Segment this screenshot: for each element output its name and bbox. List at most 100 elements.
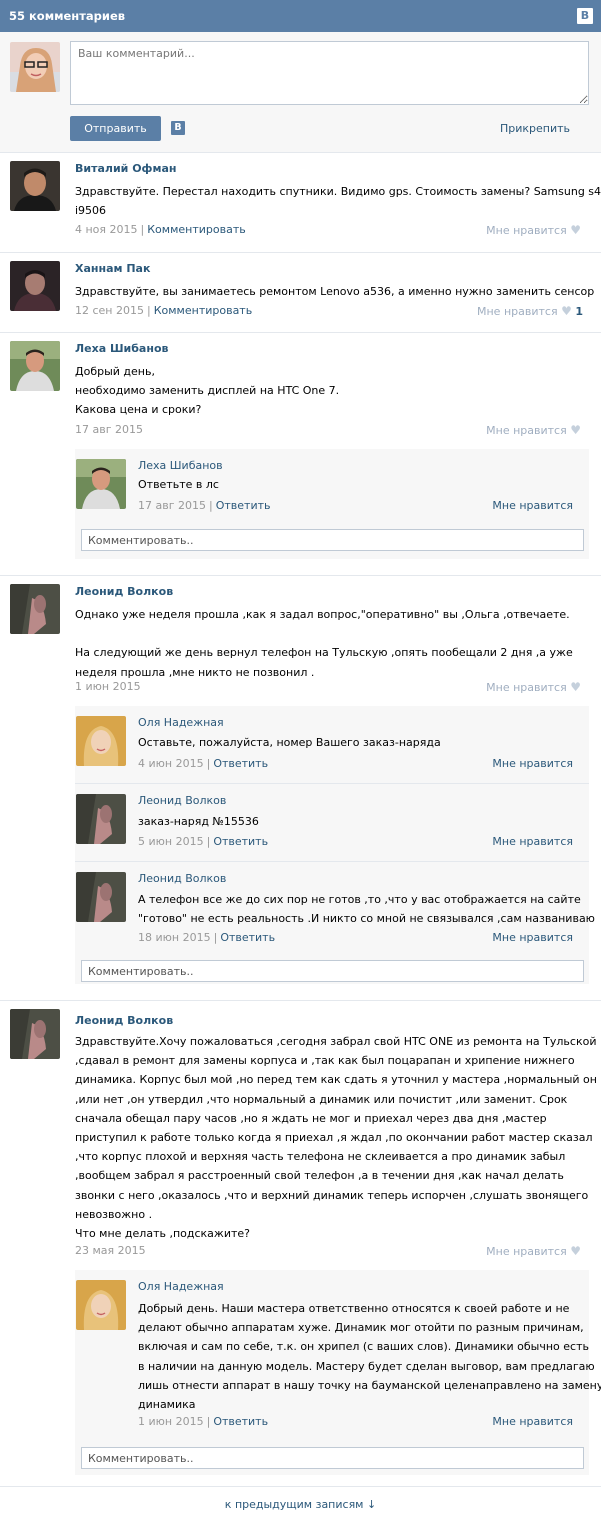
- arrow-down-icon: ↓: [366, 1498, 377, 1511]
- comment-text: Здравствуйте. Перестал находить спутники…: [75, 185, 601, 218]
- reply-item: Леонид Волков заказ-наряд №15536 5 июн 2…: [75, 783, 589, 861]
- comment-text: Однако уже неделя прошла ,как я задал во…: [75, 608, 573, 679]
- reply-meta: 17 авг 2015 | Ответить: [138, 499, 271, 512]
- replies-block: Оля Надежная Оставьте, пожалуйста, номер…: [75, 706, 595, 984]
- reply-item: Леха Шибанов Ответьте в лс 17 авг 2015 | О…: [75, 449, 589, 521]
- avatar[interactable]: [10, 261, 60, 311]
- avatar[interactable]: [10, 341, 60, 391]
- like-button[interactable]: Мне нравится ♥: [486, 223, 581, 237]
- heart-icon: ♥: [570, 680, 581, 694]
- reply-item: Оля Надежная Добрый день. Наши мастера о…: [75, 1270, 601, 1440]
- reply-author[interactable]: Оля Надежная: [138, 1280, 224, 1293]
- like-button[interactable]: Мне нравится: [492, 1415, 573, 1428]
- reply-comment-input[interactable]: [81, 529, 584, 551]
- reply-text: заказ-наряд №15536: [138, 815, 259, 828]
- vk-share-icon[interactable]: В: [171, 121, 185, 135]
- like-button[interactable]: Мне нравится ♥: [486, 680, 581, 694]
- like-button[interactable]: Мне нравится: [492, 835, 573, 848]
- like-button[interactable]: Мне нравится: [492, 931, 573, 944]
- replies-block: Оля Надежная Добрый день. Наши мастера о…: [75, 1270, 601, 1475]
- compose-area: Отправить В Прикрепить: [0, 32, 601, 152]
- avatar[interactable]: [10, 584, 60, 634]
- comment-author[interactable]: Леонид Волков: [75, 585, 173, 598]
- reply-date[interactable]: 4 июн 2015: [138, 757, 204, 770]
- replies-block: Леха Шибанов Ответьте в лс 17 авг 2015 | О…: [75, 449, 589, 559]
- reply-date[interactable]: 5 июн 2015: [138, 835, 204, 848]
- comment-date[interactable]: 4 ноя 2015: [75, 223, 138, 236]
- avatar[interactable]: [76, 459, 126, 509]
- comments-count-title: 55 комментариев: [9, 9, 126, 23]
- heart-icon: ♥: [570, 423, 581, 437]
- reply-author[interactable]: Леонид Волков: [138, 794, 226, 807]
- avatar: [10, 42, 60, 92]
- avatar[interactable]: [10, 1009, 60, 1059]
- comment-date[interactable]: 12 сен 2015: [75, 304, 144, 317]
- comment-meta: 23 мая 2015: [75, 1244, 146, 1257]
- avatar[interactable]: [76, 794, 126, 844]
- reply-meta: 18 июн 2015 | Ответить: [138, 931, 276, 944]
- like-button[interactable]: Мне нравится ♥ 1: [477, 304, 583, 318]
- reply-date[interactable]: 18 июн 2015: [138, 931, 211, 944]
- like-count: 1: [575, 305, 583, 318]
- comment-date[interactable]: 17 авг 2015: [75, 423, 143, 436]
- avatar[interactable]: [10, 161, 60, 211]
- reply-comment-input[interactable]: [81, 1447, 584, 1469]
- avatar[interactable]: [76, 716, 126, 766]
- comment-item: Виталий Офман Здравствуйте. Перестал нах…: [0, 152, 601, 252]
- comment-action-link[interactable]: Комментировать: [154, 304, 252, 317]
- comment-author[interactable]: Ханнам Пак: [75, 262, 150, 275]
- comment-author[interactable]: Виталий Офман: [75, 162, 176, 175]
- comments-header: 55 комментариев В: [0, 0, 601, 32]
- comment-meta: 1 июн 2015: [75, 680, 141, 693]
- comment-text: Здравствуйте.Хочу пожаловаться ,сегодня …: [75, 1035, 597, 1241]
- like-button[interactable]: Мне нравится: [492, 499, 573, 512]
- heart-icon: ♥: [570, 1244, 581, 1258]
- reply-date[interactable]: 17 авг 2015: [138, 499, 206, 512]
- reply-text: Добрый день. Наши мастера ответственно о…: [138, 1302, 601, 1412]
- reply-link[interactable]: Ответить: [213, 1415, 268, 1428]
- comment-date[interactable]: 23 мая 2015: [75, 1244, 146, 1257]
- comment-author[interactable]: Леонид Волков: [75, 1014, 173, 1027]
- comment-item: Леха Шибанов Добрый день, необходимо зам…: [0, 332, 601, 575]
- comment-text: Здравствуйте, вы занимаетесь ремонтом Le…: [75, 285, 595, 298]
- avatar[interactable]: [76, 1280, 126, 1330]
- reply-author[interactable]: Оля Надежная: [138, 716, 224, 729]
- load-previous-link[interactable]: к предыдущим записям ↓: [0, 1486, 601, 1518]
- attach-link[interactable]: Прикрепить: [500, 122, 570, 135]
- heart-icon: ♥: [561, 304, 572, 318]
- comment-item: Ханнам Пак Здравствуйте, вы занимаетесь …: [0, 252, 601, 332]
- reply-link[interactable]: Ответить: [216, 499, 271, 512]
- reply-link[interactable]: Ответить: [213, 757, 268, 770]
- comment-action-link[interactable]: Комментировать: [147, 223, 245, 236]
- comment-meta: 17 авг 2015: [75, 423, 143, 436]
- reply-text: Ответьте в лс: [138, 478, 219, 491]
- comment-meta: 12 сен 2015 | Комментировать: [75, 304, 253, 317]
- heart-icon: ♥: [570, 223, 581, 237]
- reply-comment-input[interactable]: [81, 960, 584, 982]
- reply-date[interactable]: 1 июн 2015: [138, 1415, 204, 1428]
- like-button[interactable]: Мне нравится ♥: [486, 1244, 581, 1258]
- reply-text: Оставьте, пожалуйста, номер Вашего заказ…: [138, 736, 441, 749]
- comment-author[interactable]: Леха Шибанов: [75, 342, 168, 355]
- reply-link[interactable]: Ответить: [213, 835, 268, 848]
- reply-text: А телефон все же до сих пор не готов ,то…: [138, 893, 595, 926]
- reply-author[interactable]: Леонид Волков: [138, 872, 226, 885]
- comment-date[interactable]: 1 июн 2015: [75, 680, 141, 693]
- reply-meta: 4 июн 2015 | Ответить: [138, 757, 269, 770]
- reply-author[interactable]: Леха Шибанов: [138, 459, 223, 472]
- comment-text: Добрый день, необходимо заменить дисплей…: [75, 365, 340, 417]
- send-button[interactable]: Отправить: [70, 116, 161, 141]
- reply-link[interactable]: Ответить: [220, 931, 275, 944]
- avatar[interactable]: [76, 872, 126, 922]
- like-button[interactable]: Мне нравится: [492, 757, 573, 770]
- comment-item: Леонид Волков Однако уже неделя прошла ,…: [0, 575, 601, 1000]
- reply-meta: 1 июн 2015 | Ответить: [138, 1415, 269, 1428]
- comment-input[interactable]: [70, 41, 589, 105]
- comment-meta: 4 ноя 2015 | Комментировать: [75, 223, 246, 236]
- vk-logo-icon[interactable]: В: [577, 8, 593, 24]
- comment-item: Леонид Волков Здравствуйте.Хочу пожалова…: [0, 1000, 601, 1486]
- reply-item: Леонид Волков А телефон все же до сих по…: [75, 861, 595, 952]
- reply-meta: 5 июн 2015 | Ответить: [138, 835, 269, 848]
- like-button[interactable]: Мне нравится ♥: [486, 423, 581, 437]
- reply-item: Оля Надежная Оставьте, пожалуйста, номер…: [75, 706, 589, 783]
